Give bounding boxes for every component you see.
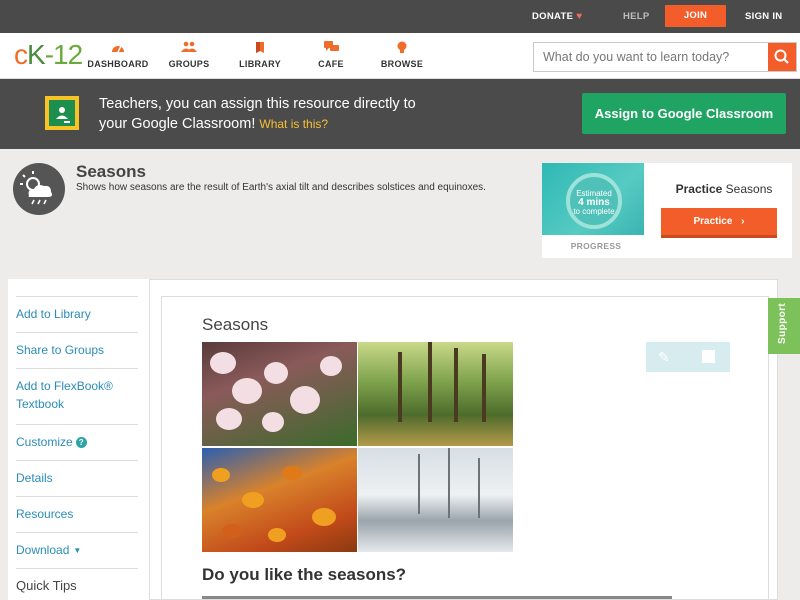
content-paragraph-preview [202, 594, 672, 600]
heart-icon: ♥ [576, 11, 583, 22]
cafe-icon [291, 33, 371, 55]
content-tools: ✎ [646, 342, 730, 372]
help-icon[interactable]: ? [75, 437, 87, 448]
what-is-this-link[interactable]: What is this? [259, 117, 328, 131]
sidebar-add-to-flexbook-line2: Textbook [16, 397, 65, 411]
nav-dashboard-label: DASHBOARD [87, 59, 149, 69]
weather-cloud-icon [13, 163, 65, 215]
dashboard-icon [78, 33, 158, 55]
sidebar-download-label: Download [16, 543, 70, 557]
sidebar-add-to-library[interactable]: Add to Library [16, 296, 138, 332]
content-heading: Do you like the seasons? [202, 565, 407, 584]
donate-label: DONATE [532, 11, 574, 22]
main-nav: cK-12 DASHBOARD GROUPS LIBRARY CAFE BROW… [0, 33, 800, 79]
classroom-banner: Teachers, you can assign this resource d… [0, 79, 800, 149]
winter-snow-photo [358, 448, 513, 552]
practice-title-rest: Seasons [725, 182, 773, 196]
search-icon [774, 49, 789, 64]
pencil-icon[interactable]: ✎ [658, 349, 670, 366]
banner-line-2: your Google Classroom! [99, 116, 256, 132]
ck12-logo[interactable]: cK-12 [14, 39, 83, 71]
caret-down-icon: ▼ [73, 546, 82, 555]
practice-button-label: Practice [693, 216, 733, 227]
sidebar-quick-tips[interactable]: Quick Tips [16, 568, 138, 600]
practice-card: Estimated 4 mins to complete PROGRESS Pr… [542, 163, 792, 258]
autumn-leaves-photo [202, 448, 357, 552]
spring-blossom-photo [202, 342, 357, 446]
nav-dashboard[interactable]: DASHBOARD [78, 33, 158, 79]
sidebar-resources[interactable]: Resources [16, 496, 138, 532]
seasons-collage-image [202, 342, 514, 554]
support-tab[interactable]: Support [768, 298, 800, 354]
nav-groups-label: GROUPS [168, 59, 210, 69]
sign-in-link[interactable]: SIGN IN [745, 0, 782, 33]
search-button[interactable] [768, 43, 796, 71]
notes-icon[interactable] [702, 350, 715, 363]
search-box [533, 42, 797, 72]
chevron-right-icon: › [741, 216, 745, 227]
progress-label: PROGRESS [570, 241, 622, 251]
nav-browse-label: BROWSE [380, 59, 424, 69]
classroom-banner-text: Teachers, you can assign this resource d… [99, 94, 499, 134]
sidebar-add-to-flexbook[interactable]: Add to FlexBook® Textbook [16, 368, 138, 424]
help-link[interactable]: HELP [623, 0, 650, 33]
google-classroom-icon [45, 96, 79, 130]
support-label: Support [777, 302, 788, 344]
browse-icon [362, 33, 442, 55]
nav-library-label: LIBRARY [239, 59, 281, 69]
library-icon [220, 33, 300, 55]
top-utility-bar: DONATE ♥ HELP JOIN SIGN IN [0, 0, 800, 33]
nav-cafe-label: CAFE [318, 59, 344, 69]
estimate-ring: Estimated 4 mins to complete [566, 173, 622, 229]
groups-icon [149, 33, 229, 55]
estimate-line-2: 4 mins [578, 197, 610, 208]
sidebar: Add to Library Share to Groups Add to Fl… [8, 279, 150, 600]
concept-title: Seasons [76, 162, 146, 181]
content-title: Seasons [202, 315, 269, 334]
sidebar-details[interactable]: Details [16, 460, 138, 496]
logo-12: -12 [44, 39, 83, 70]
practice-title: Practice Seasons [660, 182, 788, 196]
practice-title-bold: Practice [675, 182, 723, 196]
join-button[interactable]: JOIN [665, 5, 726, 27]
sidebar-customize[interactable]: Customize? [16, 424, 138, 460]
sidebar-download[interactable]: Download ▼ [16, 532, 138, 568]
sidebar-add-to-flexbook-line1: Add to FlexBook® [16, 379, 113, 393]
concept-description: Shows how seasons are the result of Eart… [76, 182, 486, 193]
banner-line-1: Teachers, you can assign this resource d… [99, 96, 416, 112]
nav-browse[interactable]: BROWSE [362, 33, 442, 79]
practice-progress-image: Estimated 4 mins to complete [542, 163, 644, 235]
logo-c: c [14, 39, 28, 70]
nav-cafe[interactable]: CAFE [291, 33, 371, 79]
summer-forest-photo [358, 342, 513, 446]
nav-library[interactable]: LIBRARY [220, 33, 300, 79]
sidebar-share-to-groups[interactable]: Share to Groups [16, 332, 138, 368]
practice-button[interactable]: Practice › [661, 208, 777, 238]
donate-link[interactable]: DONATE ♥ [532, 0, 582, 33]
estimate-line-3: to complete [573, 207, 615, 216]
assign-to-classroom-button[interactable]: Assign to Google Classroom [582, 93, 786, 134]
nav-groups[interactable]: GROUPS [149, 33, 229, 79]
logo-k: K [27, 39, 46, 70]
sidebar-customize-label: Customize [16, 435, 73, 449]
search-input[interactable] [534, 43, 770, 71]
